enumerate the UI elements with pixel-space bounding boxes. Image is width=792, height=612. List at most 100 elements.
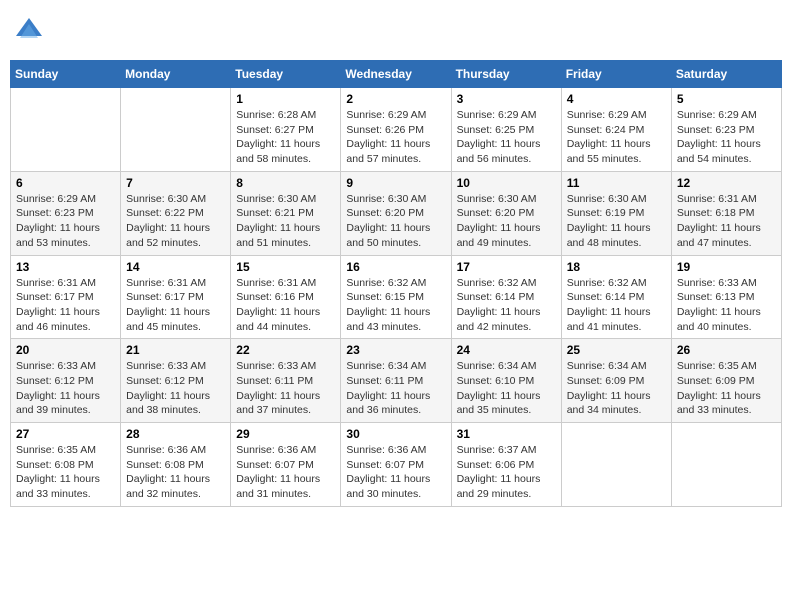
calendar-cell [671, 423, 781, 507]
day-detail: Sunrise: 6:33 AMSunset: 6:12 PMDaylight:… [16, 359, 115, 418]
day-number: 3 [457, 92, 556, 106]
day-number: 13 [16, 260, 115, 274]
day-detail: Sunrise: 6:37 AMSunset: 6:06 PMDaylight:… [457, 443, 556, 502]
calendar-cell: 16Sunrise: 6:32 AMSunset: 6:15 PMDayligh… [341, 255, 451, 339]
day-number: 25 [567, 343, 666, 357]
calendar-cell: 20 Sunrise: 6:33 AMSunset: 6:12 PMDayligh… [11, 339, 121, 423]
calendar-cell [11, 88, 121, 172]
day-detail: Sunrise: 6:33 AMSunset: 6:11 PMDaylight:… [236, 359, 335, 418]
calendar-cell: 14 Sunrise: 6:31 AMSunset: 6:17 PMDayligh… [121, 255, 231, 339]
day-number: 19 [677, 260, 776, 274]
calendar-cell: 31 Sunrise: 6:37 AMSunset: 6:06 PMDayligh… [451, 423, 561, 507]
calendar-cell: 10 Sunrise: 6:30 AMSunset: 6:20 PMDayligh… [451, 171, 561, 255]
calendar-cell [121, 88, 231, 172]
column-header-saturday: Saturday [671, 61, 781, 88]
day-number: 27 [16, 427, 115, 441]
calendar-week-4: 20 Sunrise: 6:33 AMSunset: 6:12 PMDayligh… [11, 339, 782, 423]
day-detail: Sunrise: 6:30 AMSunset: 6:20 PMDaylight:… [457, 192, 556, 251]
calendar-cell: 25Sunrise: 6:34 AMSunset: 6:09 PMDayligh… [561, 339, 671, 423]
calendar-week-5: 27 Sunrise: 6:35 AMSunset: 6:08 PMDayligh… [11, 423, 782, 507]
day-number: 9 [346, 176, 445, 190]
calendar-cell: 29Sunrise: 6:36 AMSunset: 6:07 PMDayligh… [231, 423, 341, 507]
calendar-cell: 8 Sunrise: 6:30 AMSunset: 6:21 PMDaylight… [231, 171, 341, 255]
calendar-cell: 13 Sunrise: 6:31 AMSunset: 6:17 PMDayligh… [11, 255, 121, 339]
day-number: 31 [457, 427, 556, 441]
calendar-cell: 23Sunrise: 6:34 AMSunset: 6:11 PMDayligh… [341, 339, 451, 423]
day-detail: Sunrise: 6:30 AMSunset: 6:22 PMDaylight:… [126, 192, 225, 251]
day-number: 11 [567, 176, 666, 190]
calendar-cell: 19 Sunrise: 6:33 AMSunset: 6:13 PMDayligh… [671, 255, 781, 339]
day-detail: Sunrise: 6:33 AMSunset: 6:12 PMDaylight:… [126, 359, 225, 418]
day-detail: Sunrise: 6:34 AMSunset: 6:10 PMDaylight:… [457, 359, 556, 418]
calendar-cell: 5 Sunrise: 6:29 AMSunset: 6:23 PMDaylight… [671, 88, 781, 172]
day-number: 16 [346, 260, 445, 274]
column-header-friday: Friday [561, 61, 671, 88]
day-number: 20 [16, 343, 115, 357]
column-header-thursday: Thursday [451, 61, 561, 88]
day-detail: Sunrise: 6:35 AMSunset: 6:09 PMDaylight:… [677, 359, 776, 418]
logo-icon [14, 16, 44, 46]
day-detail: Sunrise: 6:33 AMSunset: 6:13 PMDaylight:… [677, 276, 776, 335]
column-header-tuesday: Tuesday [231, 61, 341, 88]
day-detail: Sunrise: 6:31 AMSunset: 6:17 PMDaylight:… [16, 276, 115, 335]
day-number: 30 [346, 427, 445, 441]
column-header-wednesday: Wednesday [341, 61, 451, 88]
calendar-cell: 18 Sunrise: 6:32 AMSunset: 6:14 PMDayligh… [561, 255, 671, 339]
day-detail: Sunrise: 6:36 AMSunset: 6:07 PMDaylight:… [236, 443, 335, 502]
day-detail: Sunrise: 6:30 AMSunset: 6:20 PMDaylight:… [346, 192, 445, 251]
day-detail: Sunrise: 6:31 AMSunset: 6:18 PMDaylight:… [677, 192, 776, 251]
day-detail: Sunrise: 6:32 AMSunset: 6:14 PMDaylight:… [457, 276, 556, 335]
calendar-cell: 22 Sunrise: 6:33 AMSunset: 6:11 PMDayligh… [231, 339, 341, 423]
day-number: 8 [236, 176, 335, 190]
calendar-cell: 1 Sunrise: 6:28 AMSunset: 6:27 PMDaylight… [231, 88, 341, 172]
calendar-cell: 3Sunrise: 6:29 AMSunset: 6:25 PMDaylight… [451, 88, 561, 172]
calendar-cell: 9 Sunrise: 6:30 AMSunset: 6:20 PMDaylight… [341, 171, 451, 255]
logo [14, 16, 46, 46]
day-number: 18 [567, 260, 666, 274]
day-number: 4 [567, 92, 666, 106]
calendar-week-3: 13 Sunrise: 6:31 AMSunset: 6:17 PMDayligh… [11, 255, 782, 339]
page-header [10, 10, 782, 52]
calendar-cell: 2Sunrise: 6:29 AMSunset: 6:26 PMDaylight… [341, 88, 451, 172]
calendar-header-row: SundayMondayTuesdayWednesdayThursdayFrid… [11, 61, 782, 88]
day-detail: Sunrise: 6:36 AMSunset: 6:08 PMDaylight:… [126, 443, 225, 502]
day-detail: Sunrise: 6:30 AMSunset: 6:21 PMDaylight:… [236, 192, 335, 251]
day-number: 5 [677, 92, 776, 106]
day-detail: Sunrise: 6:30 AMSunset: 6:19 PMDaylight:… [567, 192, 666, 251]
calendar-cell: 4Sunrise: 6:29 AMSunset: 6:24 PMDaylight… [561, 88, 671, 172]
calendar-cell: 26 Sunrise: 6:35 AMSunset: 6:09 PMDayligh… [671, 339, 781, 423]
calendar-cell: 24 Sunrise: 6:34 AMSunset: 6:10 PMDayligh… [451, 339, 561, 423]
calendar-cell: 17Sunrise: 6:32 AMSunset: 6:14 PMDayligh… [451, 255, 561, 339]
day-detail: Sunrise: 6:31 AMSunset: 6:17 PMDaylight:… [126, 276, 225, 335]
day-detail: Sunrise: 6:32 AMSunset: 6:14 PMDaylight:… [567, 276, 666, 335]
column-header-monday: Monday [121, 61, 231, 88]
column-header-sunday: Sunday [11, 61, 121, 88]
calendar-cell: 12Sunrise: 6:31 AMSunset: 6:18 PMDayligh… [671, 171, 781, 255]
calendar-cell: 28Sunrise: 6:36 AMSunset: 6:08 PMDayligh… [121, 423, 231, 507]
day-detail: Sunrise: 6:29 AMSunset: 6:23 PMDaylight:… [16, 192, 115, 251]
day-number: 24 [457, 343, 556, 357]
calendar-cell: 30 Sunrise: 6:36 AMSunset: 6:07 PMDayligh… [341, 423, 451, 507]
calendar-week-2: 6 Sunrise: 6:29 AMSunset: 6:23 PMDaylight… [11, 171, 782, 255]
calendar-cell: 11 Sunrise: 6:30 AMSunset: 6:19 PMDayligh… [561, 171, 671, 255]
calendar-cell: 27 Sunrise: 6:35 AMSunset: 6:08 PMDayligh… [11, 423, 121, 507]
day-detail: Sunrise: 6:35 AMSunset: 6:08 PMDaylight:… [16, 443, 115, 502]
day-detail: Sunrise: 6:29 AMSunset: 6:26 PMDaylight:… [346, 108, 445, 167]
calendar-cell: 21Sunrise: 6:33 AMSunset: 6:12 PMDayligh… [121, 339, 231, 423]
calendar-cell: 6 Sunrise: 6:29 AMSunset: 6:23 PMDaylight… [11, 171, 121, 255]
day-detail: Sunrise: 6:29 AMSunset: 6:23 PMDaylight:… [677, 108, 776, 167]
day-number: 10 [457, 176, 556, 190]
calendar-week-1: 1 Sunrise: 6:28 AMSunset: 6:27 PMDaylight… [11, 88, 782, 172]
day-number: 1 [236, 92, 335, 106]
day-number: 22 [236, 343, 335, 357]
day-detail: Sunrise: 6:28 AMSunset: 6:27 PMDaylight:… [236, 108, 335, 167]
day-number: 14 [126, 260, 225, 274]
day-number: 26 [677, 343, 776, 357]
day-number: 23 [346, 343, 445, 357]
day-detail: Sunrise: 6:31 AMSunset: 6:16 PMDaylight:… [236, 276, 335, 335]
day-number: 6 [16, 176, 115, 190]
calendar-cell: 15Sunrise: 6:31 AMSunset: 6:16 PMDayligh… [231, 255, 341, 339]
day-number: 7 [126, 176, 225, 190]
day-detail: Sunrise: 6:36 AMSunset: 6:07 PMDaylight:… [346, 443, 445, 502]
calendar-cell [561, 423, 671, 507]
